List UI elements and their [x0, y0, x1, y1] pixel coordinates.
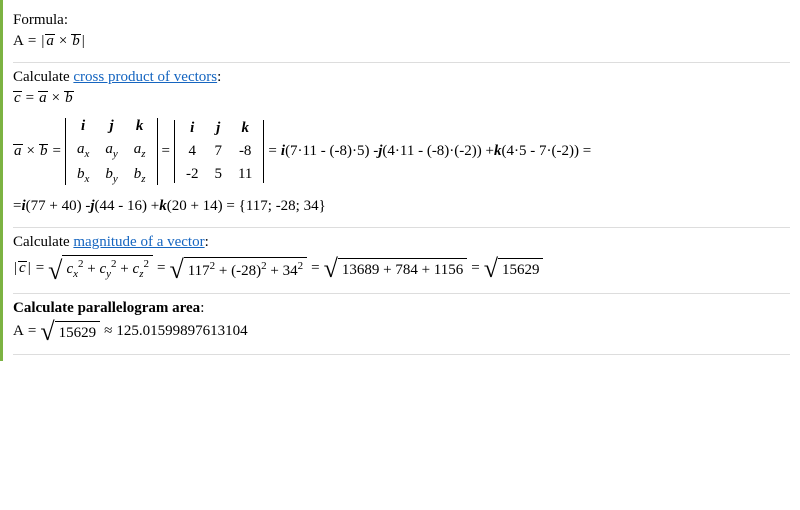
- equals: =: [264, 143, 280, 160]
- sqrt-area: √ 15629: [40, 321, 100, 342]
- magnitude-link[interactable]: magnitude of a vector: [73, 234, 204, 250]
- section-formula: Formula: A = | a × b |: [13, 6, 790, 63]
- cross-product-link[interactable]: cross product of vectors: [73, 69, 217, 85]
- A-symbol: A: [13, 33, 24, 50]
- sqrt-result: √ 15629: [484, 258, 544, 279]
- sqrt-symbolic: √ cx2 + cy2 + cz2: [48, 255, 153, 281]
- area-result: 125.01599897613104: [116, 323, 247, 340]
- cell: -2: [178, 163, 207, 186]
- equals: =: [307, 260, 323, 277]
- A-symbol: A: [13, 323, 24, 340]
- equals: =: [153, 260, 169, 277]
- vector-b: b: [64, 91, 74, 106]
- section-area: Calculate parallelogram area: A = √ 1562…: [13, 294, 790, 355]
- bz: bz: [126, 163, 154, 188]
- determinant-line: a × b = ijk ax ay az bx by bz =: [13, 115, 790, 188]
- cell: 7: [206, 140, 230, 163]
- vector-c: c: [13, 91, 22, 106]
- ay: ay: [97, 138, 125, 163]
- sqrt-sum: √ 13689 + 784 + 1156: [324, 258, 468, 279]
- unit-j: j: [97, 115, 125, 138]
- colon: :: [200, 300, 204, 316]
- cell: -8: [230, 140, 260, 163]
- equals: =: [24, 33, 40, 50]
- ax: ax: [69, 138, 97, 163]
- abs-close: |: [81, 33, 86, 50]
- cell: j: [206, 117, 230, 140]
- cell: 11: [230, 163, 260, 186]
- vector-b: b: [71, 34, 81, 49]
- c-definition: c = a × b: [13, 90, 790, 107]
- sim-j: (44 - 16) +: [95, 198, 160, 215]
- expand-k-text: (4·5 - 7·(-2)) =: [502, 143, 592, 160]
- magnitude-heading: Calculate magnitude of a vector:: [13, 234, 790, 251]
- magnitude-line: |c| = √ cx2 + cy2 + cz2 = √ 1172 + (-28)…: [13, 255, 790, 281]
- cross-symbol: ×: [55, 33, 71, 50]
- equals: =: [32, 260, 48, 277]
- determinant-symbolic: ijk ax ay az bx by bz: [65, 115, 158, 188]
- unit-k: k: [126, 115, 154, 138]
- section-magnitude: Calculate magnitude of a vector: |c| = √…: [13, 228, 790, 294]
- unit-k: k: [159, 198, 167, 215]
- expand-j-text: (4·11 - (-8)·(-2)) +: [382, 143, 494, 160]
- unit-i: i: [69, 115, 97, 138]
- colon: :: [205, 234, 209, 250]
- equals: =: [158, 143, 174, 160]
- equals-prefix: =: [13, 198, 21, 215]
- vector-c: c: [18, 261, 27, 276]
- equals: =: [48, 143, 64, 160]
- sim-i: (77 + 40) -: [26, 198, 91, 215]
- determinant-numeric: ijk 47-8 -2511: [174, 117, 264, 186]
- area-label: Calculate parallelogram area: [13, 300, 200, 316]
- cross-symbol: ×: [48, 90, 64, 107]
- equals: =: [24, 323, 40, 340]
- section-cross-product: Calculate cross product of vectors: c = …: [13, 63, 790, 228]
- equals: =: [22, 90, 38, 107]
- colon: :: [217, 69, 221, 85]
- cell: k: [230, 117, 260, 140]
- cell: i: [178, 117, 207, 140]
- calc-prefix: Calculate: [13, 234, 73, 250]
- cross-product-heading: Calculate cross product of vectors:: [13, 69, 790, 86]
- vector-a: a: [38, 91, 48, 106]
- area-heading: Calculate parallelogram area:: [13, 300, 790, 317]
- sim-k: (20 + 14) = {117; -28; 34}: [167, 198, 326, 215]
- by: by: [97, 163, 125, 188]
- az: az: [126, 138, 154, 163]
- expand-i-text: (7·11 - (-8)·5) -: [285, 143, 378, 160]
- formula-label: Formula:: [13, 12, 790, 29]
- cell: 4: [178, 140, 207, 163]
- vector-a: a: [13, 144, 23, 159]
- sqrt-squares: √ 1172 + (-28)2 + 342: [169, 257, 307, 280]
- unit-k: k: [494, 143, 502, 160]
- area-line: A = √ 15629 ≈ 125.01599897613104: [13, 321, 790, 342]
- cross-symbol: ×: [23, 143, 39, 160]
- cell: 5: [206, 163, 230, 186]
- equals: =: [467, 260, 483, 277]
- simplify-line: = i(77 + 40) - j(44 - 16) + k(20 + 14) =…: [13, 198, 790, 215]
- approx-symbol: ≈: [100, 323, 116, 340]
- vector-a: a: [45, 34, 55, 49]
- vector-b: b: [39, 144, 49, 159]
- calc-prefix: Calculate: [13, 69, 73, 85]
- formula-expression: A = | a × b |: [13, 33, 790, 50]
- bx: bx: [69, 163, 97, 188]
